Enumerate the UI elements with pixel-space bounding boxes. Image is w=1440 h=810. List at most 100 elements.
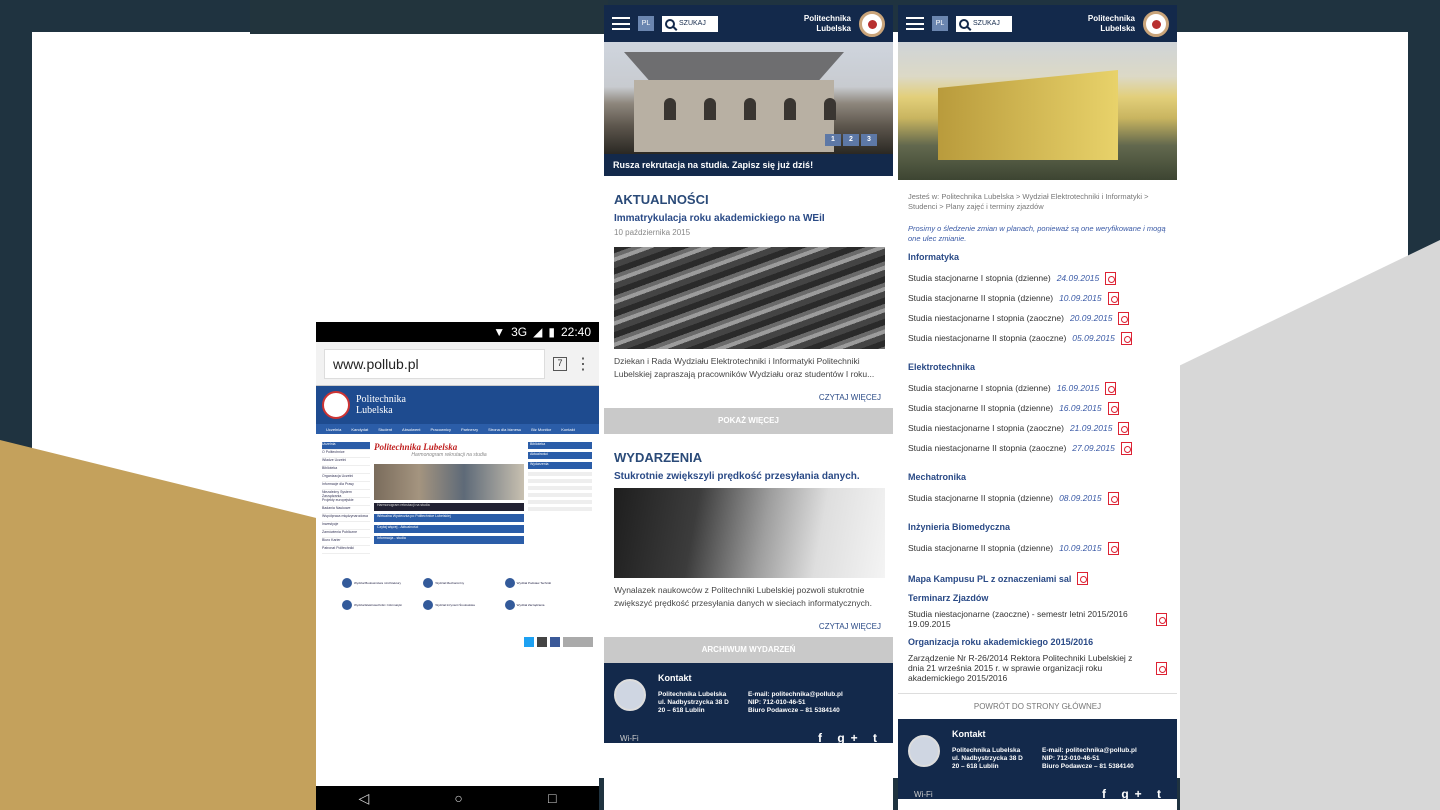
slide-button[interactable]: 2 [843,134,859,146]
nav-item[interactable]: Uczelnia [326,427,341,432]
nav-item[interactable]: Kontakt [561,427,575,432]
pdf-icon[interactable] [1156,661,1167,675]
slide-button[interactable]: 1 [825,134,841,146]
nav-item[interactable]: Pracownicy [431,427,451,432]
event-title-link[interactable]: Stukrotnie zwiększyli prędkość przesyłan… [604,471,893,482]
schedule-row[interactable]: Studia niestacjonarne II stopnia (zaoczn… [898,328,1177,348]
pdf-icon[interactable] [1077,572,1089,585]
schedule-row[interactable]: Studia stacjonarne II stopnia (dzienne) 0… [898,488,1177,508]
sidebar-item[interactable]: Biblioteka [322,466,370,474]
sidebar-item[interactable]: Niezależny System Zarządzania [322,490,370,498]
hamburger-menu-icon[interactable] [906,17,924,30]
recents-icon[interactable]: □ [548,790,556,806]
archive-button[interactable]: ARCHIWUM WYDARZEŃ [604,637,893,663]
university-logo[interactable] [322,391,350,419]
nav-item[interactable]: Biz Monitor [531,427,551,432]
home-icon[interactable]: ○ [454,790,462,806]
schedule-row[interactable]: Studia stacjonarne II stopnia (dzienne) 1… [898,398,1177,418]
social-icons[interactable]: f g+ t [818,731,883,745]
tabs-button[interactable]: 7 [553,356,567,371]
pdf-icon[interactable] [1107,541,1119,555]
language-button[interactable]: PL [932,16,948,31]
faculty-link[interactable]: Wydział Elektrotechniki i Informatyki [342,596,419,614]
schedule-row[interactable]: Studia stacjonarne I stopnia (dzienne) 16… [898,378,1177,398]
social-icons[interactable]: f g+ t [1102,787,1167,801]
news-date: 10 października 2015 [614,228,691,237]
news-photo[interactable] [614,247,885,349]
university-crest-icon[interactable] [1143,10,1169,37]
event-photo[interactable] [614,488,885,578]
pdf-icon[interactable] [1156,612,1167,626]
faculty-link[interactable]: Wydział Podstaw Techniki [504,574,582,592]
right-box[interactable]: Wydarzenia [528,462,592,469]
pdf-icon[interactable] [1105,381,1117,395]
banner-image[interactable] [374,464,524,500]
breadcrumb[interactable]: Jesteś w: Politechnika Lubelska > Wydzia… [898,180,1177,216]
nav-item[interactable]: Strona dla biznesu [488,427,521,432]
facebook-icon[interactable] [550,637,560,647]
pdf-icon[interactable] [1107,291,1119,305]
right-box[interactable]: Biblioteka [528,442,592,449]
top-dark-bar [250,0,608,34]
sidebar-item[interactable]: O Politechnice [322,450,370,458]
overflow-menu-icon[interactable]: ⋮ [575,354,591,374]
language-button[interactable]: PL [638,16,654,31]
schedule-row[interactable]: Studia stacjonarne II stopnia (dzienne) 1… [898,288,1177,308]
link-bar[interactable]: Informacja - studia [374,536,524,544]
url-bar[interactable]: www.pollub.pl [324,348,545,379]
nav-item[interactable]: Absolwent [402,427,420,432]
hamburger-menu-icon[interactable] [612,17,630,30]
sidebar-item[interactable]: Władze Uczelni [322,458,370,466]
nav-item[interactable]: Partnerzy [461,427,478,432]
back-home-button[interactable]: POWRÓT DO STRONY GŁÓWNEJ [898,693,1177,719]
faculty-link[interactable]: Wydział Mechaniczny [423,574,500,592]
sidebar-item[interactable]: Badania Naukowe [322,506,370,514]
sidebar-item[interactable]: Zamówienia Publiczne [322,530,370,538]
sidebar-item[interactable]: Informacje dla Prasy [322,482,370,490]
schedule-row[interactable]: Studia niestacjonarne II stopnia (zaoczn… [898,438,1177,458]
schedule-row[interactable]: Studia niestacjonarne I stopnia (zaoczne… [898,418,1177,438]
twitter-icon[interactable] [524,637,534,647]
sidebar-item[interactable]: Inwestycje [322,522,370,530]
faculty-link[interactable]: Wydział Inżynierii Środowiska [423,596,500,614]
slide-button[interactable]: 3 [861,134,877,146]
link-bar[interactable]: Wirtualna Wycieczka po Politechnice Lube… [374,514,524,522]
news-excerpt: Dziekan i Rada Wydziału Elektrotechniki … [614,356,875,379]
show-more-button[interactable]: POKAŻ WIĘCEJ [604,408,893,434]
pdf-icon[interactable] [1118,421,1130,435]
link-bar[interactable]: Czytaj więcej - Aktualności [374,525,524,533]
right-box[interactable]: Aktualności [528,452,592,459]
faculty-icon [504,600,515,610]
pdf-icon[interactable] [1118,311,1130,325]
sidebar-item[interactable]: Projekty europejskie [322,498,370,506]
faculty-link[interactable]: Wydział Zarządzania [504,596,582,614]
schedule-row[interactable]: Studia stacjonarne I stopnia (dzienne) 24… [898,268,1177,288]
org-row[interactable]: Zarządzenie Nr R-26/2014 Rektora Politec… [898,653,1177,683]
university-crest-icon[interactable] [859,10,885,37]
news-title-link[interactable]: Immatrykulacja roku akademickiego na WEi… [604,213,893,224]
schedule-row[interactable]: Studia niestacjonarne I stopnia (zaoczne… [898,308,1177,328]
back-icon[interactable]: ◁ [359,790,370,807]
campus-map-link[interactable]: Mapa Kampusu PL z oznaczeniami sal [898,564,1177,591]
googleplus-icon[interactable] [537,637,547,647]
pdf-icon[interactable] [1105,271,1117,285]
search-button[interactable]: SZUKAJ [662,15,718,32]
pdf-icon[interactable] [1120,441,1132,455]
sidebar-item[interactable]: Patronat Politechniki [322,546,370,554]
pdf-icon[interactable] [1107,491,1119,505]
faculty-link[interactable]: Wydział Budownictwa i Architektury [342,574,419,592]
nav-item[interactable]: Kandydat [351,427,368,432]
nav-item[interactable]: Student [378,427,392,432]
pdf-icon[interactable] [1107,401,1119,415]
pdf-icon[interactable] [1120,331,1132,345]
partner-logo[interactable] [563,637,593,647]
read-more-link[interactable]: CZYTAJ WIĘCEJ [604,616,893,637]
search-button[interactable]: SZUKAJ [956,15,1012,32]
sidebar-item[interactable]: Biuro Karier [322,538,370,546]
term-row[interactable]: Studia niestacjonarne (zaoczne) - semest… [898,609,1177,629]
read-more-link[interactable]: CZYTAJ WIĘCEJ [604,387,893,408]
schedule-row[interactable]: Studia stacjonarne II stopnia (dzienne) 1… [898,538,1177,558]
sidebar-item[interactable]: Współpraca międzynarodowa [322,514,370,522]
sidebar-item[interactable]: Uczelnia [322,442,370,450]
sidebar-item[interactable]: Organizacja Uczelni [322,474,370,482]
